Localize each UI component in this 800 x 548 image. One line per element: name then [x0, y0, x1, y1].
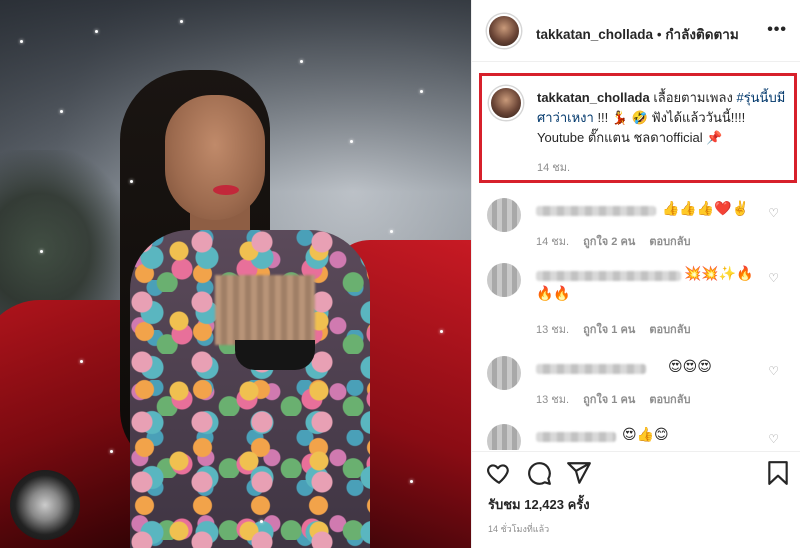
author-username[interactable]: takkatan_chollada [536, 27, 653, 42]
heart-icon[interactable] [486, 460, 512, 486]
sparkle [40, 250, 43, 253]
caption-text: takkatan_chollada เลื้อยตามเพลง #รุ่นนี้… [537, 88, 789, 148]
action-bar: รับชม 12,423 ครั้ง 14 ชั่วโมงที่แล้ว [472, 451, 800, 548]
reply-button[interactable]: ตอบกลับ [649, 390, 690, 408]
photo-censor-mosaic [215, 275, 315, 345]
sparkle [410, 480, 413, 483]
reply-button[interactable]: ตอบกลับ [649, 232, 690, 250]
author-line: takkatan_chollada • กำลังติดตาม [536, 23, 739, 45]
comment-likes[interactable]: ถูกใจ 1 คน [583, 390, 635, 408]
posted-time-ago: 14 ชั่วโมงที่แล้ว [488, 524, 550, 534]
comment-like-heart-icon[interactable]: ♡ [768, 364, 779, 378]
commenter-name-blurred[interactable] [536, 364, 646, 374]
comment-like-heart-icon[interactable]: ♡ [768, 432, 779, 446]
comment-item: 😍👍😊 ♡ [472, 424, 800, 450]
photo-face [165, 95, 265, 220]
post-photo[interactable] [0, 0, 471, 548]
comment-emojis: 😍👍😊 [622, 426, 669, 442]
commenter-avatar-blurred[interactable] [487, 424, 521, 450]
sparkle [80, 360, 83, 363]
sparkle [95, 30, 98, 33]
post-header: takkatan_chollada • กำลังติดตาม ••• [472, 0, 800, 62]
comment-icon[interactable] [526, 460, 552, 486]
comment-meta: 13 ชม. ถูกใจ 1 คน ตอบกลับ [536, 390, 690, 408]
comment-time: 14 ชม. [536, 236, 570, 248]
sparkle [20, 40, 23, 43]
caption-timestamp: 14 ชม. [537, 162, 571, 174]
post-side-panel: takkatan_chollada • กำลังติดตาม ••• takk… [471, 0, 800, 548]
commenter-avatar-blurred[interactable] [487, 198, 521, 232]
more-horizontal-icon[interactable]: ••• [767, 21, 787, 39]
send-icon[interactable] [566, 460, 592, 486]
comment-time: 13 ชม. [536, 324, 570, 336]
sparkle [180, 20, 183, 23]
sparkle [300, 60, 303, 63]
commenter-name-blurred[interactable] [536, 206, 656, 216]
comment-emojis: 💥💥✨🔥 [684, 265, 754, 281]
comment-likes[interactable]: ถูกใจ 2 คน [583, 232, 635, 250]
sparkle [260, 520, 263, 523]
sparkle [390, 230, 393, 233]
caption-author-avatar[interactable] [489, 86, 523, 120]
photo-lips [213, 185, 239, 195]
reply-button[interactable]: ตอบกลับ [649, 320, 690, 338]
view-count[interactable]: รับชม 12,423 ครั้ง [488, 494, 590, 515]
sparkle [440, 330, 443, 333]
separator-dot: • [656, 27, 662, 42]
commenter-avatar-blurred[interactable] [487, 263, 521, 297]
bookmark-icon[interactable] [765, 460, 791, 486]
sparkle [60, 110, 63, 113]
comment-like-heart-icon[interactable]: ♡ [768, 206, 779, 220]
sparkle [110, 450, 113, 453]
caption-highlight: takkatan_chollada เลื้อยตามเพลง #รุ่นนี้… [479, 73, 797, 183]
comment-likes[interactable]: ถูกใจ 1 คน [583, 320, 635, 338]
comment-emojis: 😍😍😍 [668, 358, 712, 374]
sparkle [130, 180, 133, 183]
comment-item: 💥💥✨🔥 🔥🔥 13 ชม. ถูกใจ 1 คน ตอบกลับ ♡ [472, 263, 800, 343]
photo-black-top [235, 340, 315, 370]
comment-emojis-line2: 🔥🔥 [536, 285, 571, 301]
sparkle [350, 140, 353, 143]
caption-username[interactable]: takkatan_chollada [537, 90, 650, 105]
photo-wheel [10, 470, 80, 540]
commenter-name-blurred[interactable] [536, 432, 616, 442]
author-avatar[interactable] [487, 14, 521, 48]
comment-meta: 14 ชม. ถูกใจ 2 คน ตอบกลับ [536, 232, 690, 250]
comment-emojis: 👍👍👍❤️✌️ [662, 200, 750, 216]
comment-meta: 13 ชม. ถูกใจ 1 คน ตอบกลับ [536, 320, 690, 338]
comment-time: 13 ชม. [536, 394, 570, 406]
commenter-avatar-blurred[interactable] [487, 356, 521, 390]
comment-like-heart-icon[interactable]: ♡ [768, 271, 779, 285]
sparkle [420, 90, 423, 93]
caption-body-start: เลื้อยตามเพลง [653, 90, 733, 105]
commenter-name-blurred[interactable] [536, 271, 681, 281]
following-button[interactable]: กำลังติดตาม [665, 27, 738, 42]
